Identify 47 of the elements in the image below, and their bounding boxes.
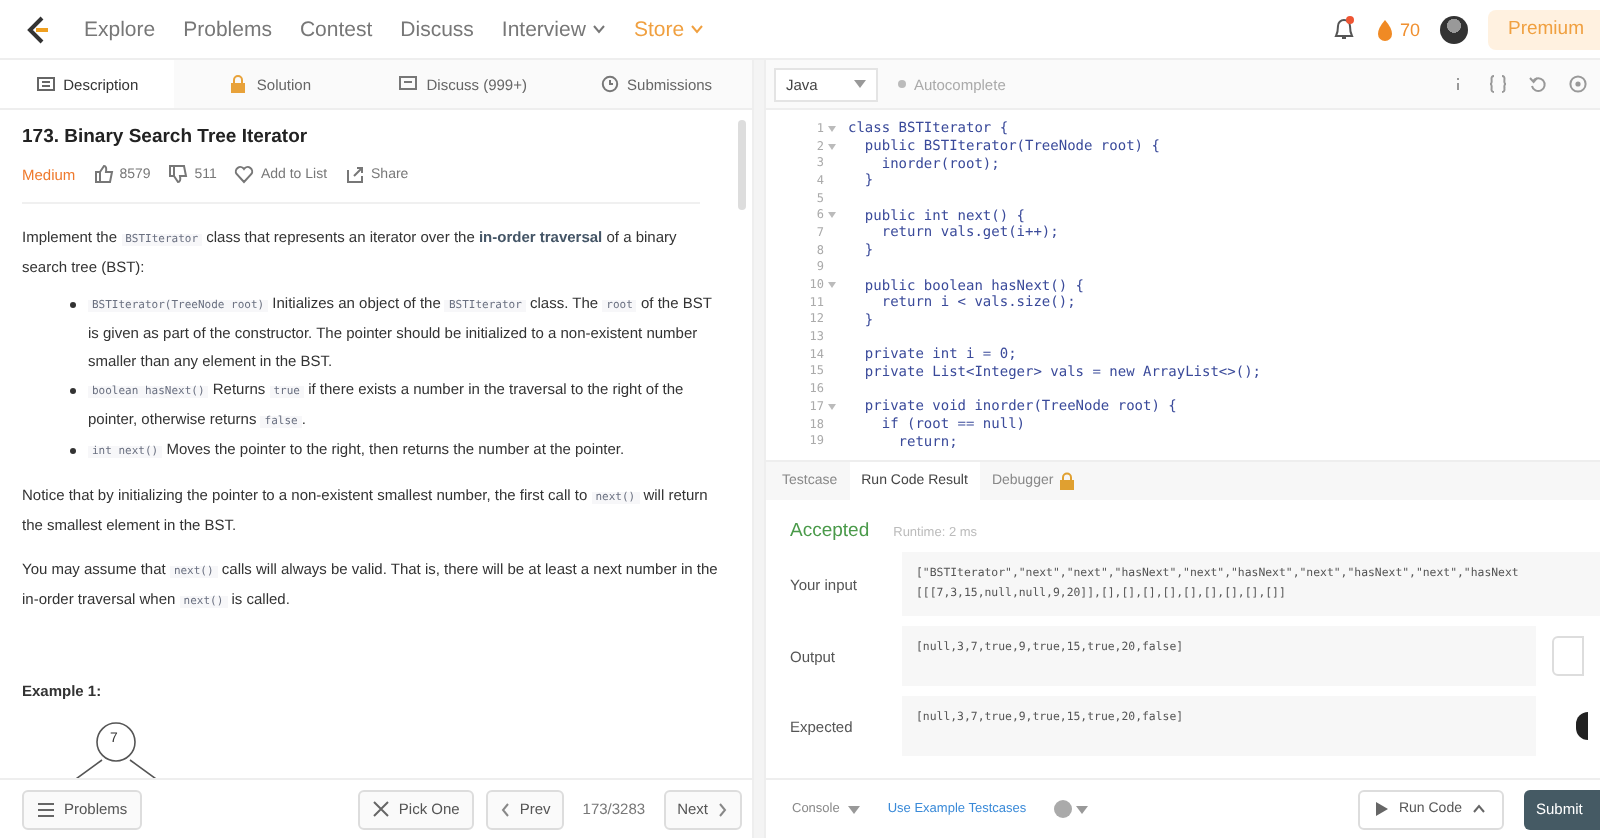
fold-arrow-icon[interactable] — [828, 212, 836, 219]
help-button[interactable] — [1054, 800, 1089, 818]
clock-icon — [599, 74, 620, 94]
fold-arrow-icon[interactable] — [828, 403, 836, 410]
nav-link[interactable]: Explore — [84, 17, 156, 41]
bullet-icon — [70, 302, 76, 308]
shuffle-icon — [372, 800, 391, 818]
avatar[interactable] — [1439, 15, 1468, 43]
chevron-down-icon — [591, 24, 606, 34]
bullet-icon — [70, 448, 76, 454]
diff-toggle[interactable] — [1552, 636, 1584, 676]
caret-down-icon — [847, 805, 860, 813]
comment-icon — [398, 74, 419, 94]
heart-icon — [234, 164, 255, 184]
lock-icon — [228, 74, 249, 94]
list-icon — [36, 801, 56, 817]
nav-link[interactable]: Discuss — [400, 17, 474, 41]
share-icon — [345, 164, 366, 184]
bullet-icon — [70, 388, 76, 394]
document-icon — [35, 74, 56, 94]
fold-arrow-icon[interactable] — [828, 125, 836, 132]
chevron-down-icon — [690, 24, 705, 34]
problem-title: 173. Binary Search Tree Iterator — [22, 126, 310, 148]
result-status: Accepted — [790, 520, 870, 542]
floating-button[interactable] — [1576, 712, 1588, 740]
chevron-up-icon — [1472, 804, 1486, 814]
chevron-left-icon — [499, 801, 512, 817]
caret-down-icon — [854, 80, 866, 88]
scrollbar[interactable] — [738, 120, 746, 210]
nav-link[interactable]: Interview — [501, 17, 606, 41]
help-icon — [1054, 800, 1073, 818]
bell-icon[interactable] — [1331, 16, 1356, 42]
braces-icon[interactable] — [1488, 74, 1508, 94]
play-icon — [1376, 802, 1389, 816]
flame-icon — [1375, 17, 1394, 41]
settings-icon[interactable] — [1568, 74, 1588, 94]
caret-down-icon — [1076, 805, 1089, 813]
fold-arrow-icon[interactable] — [828, 143, 836, 150]
streak-count: 70 — [1399, 19, 1420, 39]
nav-link[interactable]: Contest — [299, 17, 373, 41]
thumbs-up-icon — [93, 164, 114, 184]
reset-icon[interactable] — [1528, 74, 1548, 94]
fold-arrow-icon[interactable] — [828, 282, 836, 289]
logo-icon — [26, 15, 50, 43]
chevron-right-icon — [716, 801, 728, 817]
nav-link[interactable]: Problems — [183, 17, 272, 41]
thumbs-down-icon — [168, 164, 189, 184]
